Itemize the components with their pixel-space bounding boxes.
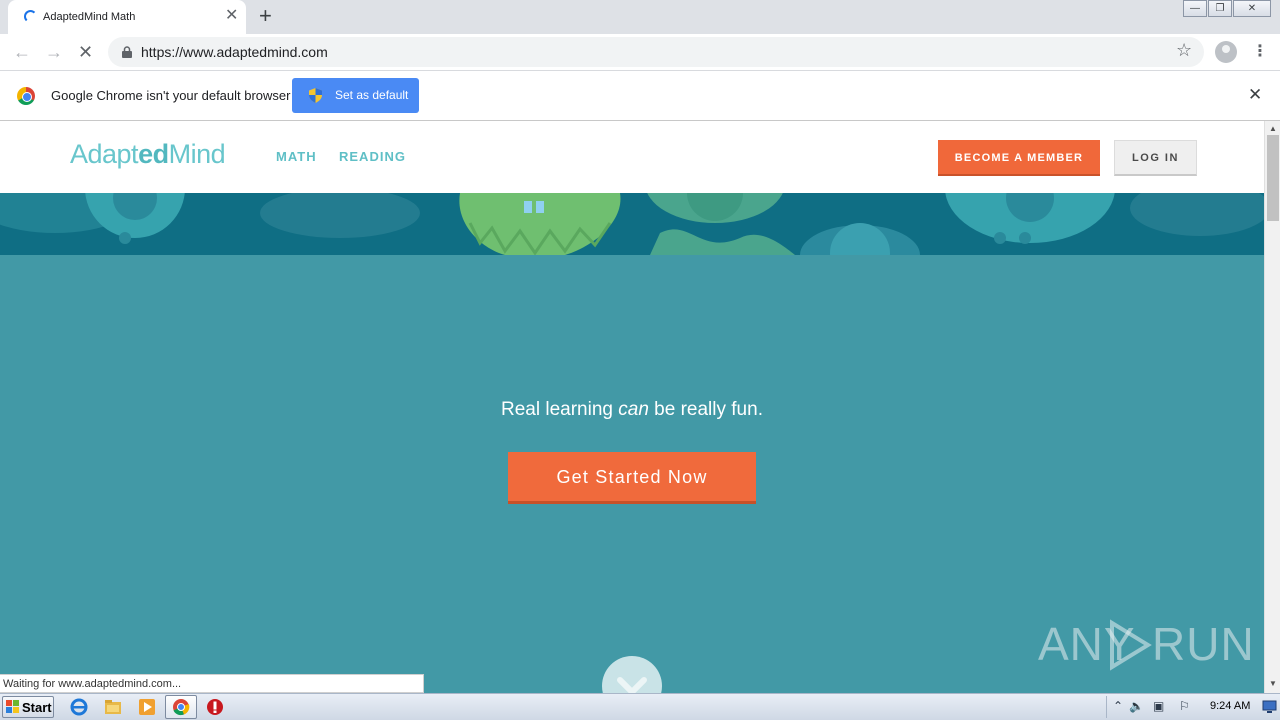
- browser-tab[interactable]: AdaptedMind Math ✕: [8, 0, 246, 34]
- windows-taskbar: Start ⌃ 🔈 ▣ ⚐ 9:24 AM: [0, 693, 1280, 720]
- forward-button[interactable]: →: [45, 40, 63, 64]
- hero-tagline: Real learning can be really fun.: [0, 399, 1264, 421]
- scroll-down-button[interactable]: [602, 656, 662, 693]
- action-center-flag-icon[interactable]: ⚐: [1179, 699, 1190, 713]
- default-browser-infobar: Google Chrome isn't your default browser…: [0, 71, 1280, 121]
- tagline-before: Real learning: [501, 399, 619, 420]
- site-logo[interactable]: AdaptedMind: [70, 139, 226, 170]
- system-tray: ⌃ 🔈 ▣ ⚐ 9:24 AM: [1106, 696, 1280, 718]
- watermark-play-icon: [1110, 619, 1152, 671]
- profile-avatar-icon[interactable]: [1215, 41, 1237, 63]
- browser-toolbar: ← → ✕ https://www.adaptedmind.com ☆ ⋮: [0, 34, 1280, 71]
- url-text[interactable]: https://www.adaptedmind.com: [141, 44, 328, 60]
- site-header: AdaptedMind MATH READING BECOME A MEMBER…: [0, 121, 1264, 193]
- antivirus-icon[interactable]: [206, 698, 224, 716]
- tab-strip: AdaptedMind Math ✕ + — ❐ ✕: [0, 0, 1280, 34]
- tagline-after: be really fun.: [648, 399, 763, 420]
- logo-part-3: Mind: [168, 139, 226, 169]
- watermark-right-text: RUN: [1152, 618, 1255, 670]
- window-close-button[interactable]: ✕: [1233, 0, 1271, 17]
- infobar-close-icon[interactable]: ✕: [1248, 85, 1262, 105]
- log-in-button[interactable]: LOG IN: [1114, 140, 1197, 176]
- tab-close-icon[interactable]: ✕: [225, 7, 238, 25]
- get-started-button[interactable]: Get Started Now: [508, 452, 756, 504]
- scroll-down-arrow-icon[interactable]: ▼: [1269, 679, 1277, 688]
- nav-math[interactable]: MATH: [276, 149, 317, 164]
- tab-title: AdaptedMind Math: [43, 11, 136, 23]
- status-bubble: Waiting for www.adaptedmind.com...: [0, 674, 424, 693]
- restore-button[interactable]: ❐: [1208, 0, 1232, 17]
- chrome-logo-icon: [17, 87, 35, 105]
- minimize-button[interactable]: —: [1183, 0, 1207, 17]
- new-tab-button[interactable]: +: [259, 5, 272, 27]
- taskbar-chrome-button[interactable]: [165, 695, 197, 719]
- scroll-thumb[interactable]: [1267, 135, 1279, 221]
- file-explorer-icon[interactable]: [104, 698, 122, 716]
- become-member-button[interactable]: BECOME A MEMBER: [938, 140, 1100, 176]
- stop-loading-button[interactable]: ✕: [78, 40, 93, 64]
- address-bar[interactable]: https://www.adaptedmind.com ☆: [108, 37, 1204, 67]
- volume-icon[interactable]: 🔈: [1129, 699, 1144, 713]
- uac-shield-icon: [309, 88, 322, 103]
- logo-part-1: Adapt: [70, 139, 139, 169]
- tagline-emphasis: can: [618, 399, 649, 420]
- windows-logo-icon: [6, 700, 19, 713]
- set-as-default-label: Set as default: [335, 88, 409, 102]
- lock-icon: [122, 46, 132, 58]
- media-player-icon[interactable]: [138, 698, 156, 716]
- page-viewport: AdaptedMind MATH READING BECOME A MEMBER…: [0, 121, 1264, 693]
- show-desktop-icon[interactable]: [1262, 699, 1277, 714]
- back-button[interactable]: ←: [13, 40, 31, 64]
- infobar-message: Google Chrome isn't your default browser: [51, 88, 291, 103]
- internet-explorer-icon[interactable]: [70, 698, 88, 716]
- network-icon[interactable]: ▣: [1153, 699, 1164, 713]
- loading-spinner-icon: [24, 10, 37, 23]
- hero-monster-banner: [0, 193, 1264, 255]
- chrome-icon: [173, 699, 190, 716]
- taskbar-clock[interactable]: 9:24 AM: [1210, 700, 1250, 712]
- chrome-menu-icon[interactable]: ⋮: [1252, 41, 1268, 61]
- set-as-default-button[interactable]: Set as default: [292, 78, 419, 113]
- scroll-up-arrow-icon[interactable]: ▲: [1269, 124, 1277, 133]
- page-scrollbar[interactable]: ▲ ▼: [1264, 121, 1280, 693]
- anyrun-watermark: ANY RUN: [1038, 609, 1254, 679]
- start-button[interactable]: Start: [2, 696, 54, 718]
- chevron-down-icon: [617, 677, 647, 693]
- tray-expand-icon[interactable]: ⌃: [1113, 699, 1123, 713]
- bookmark-star-icon[interactable]: ☆: [1176, 40, 1192, 61]
- start-label: Start: [22, 700, 52, 715]
- monster-illustration: [0, 193, 1264, 255]
- logo-part-2: ed: [138, 139, 169, 169]
- nav-reading[interactable]: READING: [339, 149, 406, 164]
